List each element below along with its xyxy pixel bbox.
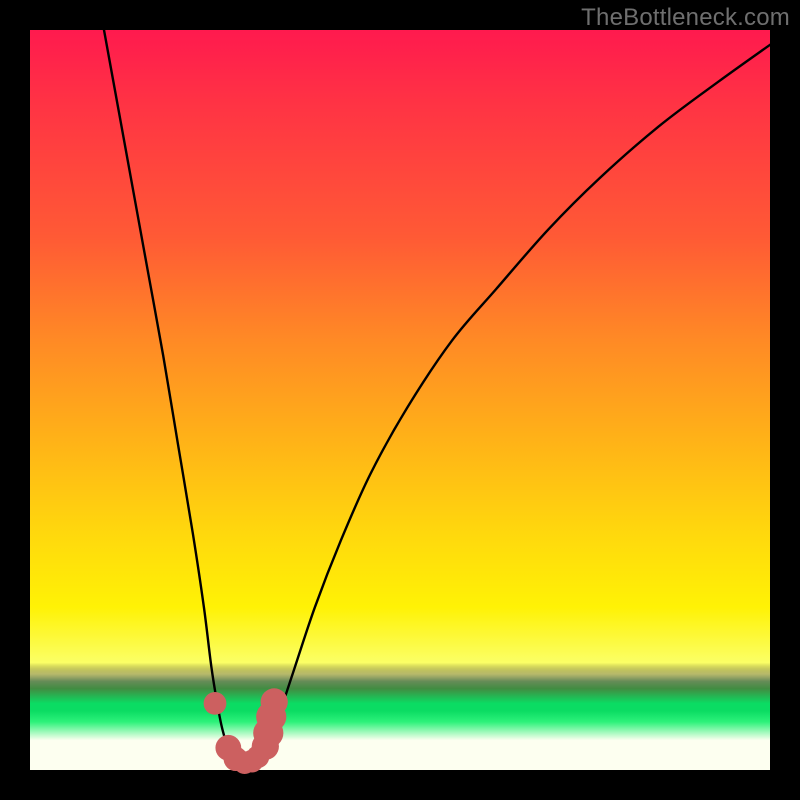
bottleneck-curve-svg (30, 30, 770, 770)
curve-marker (261, 688, 288, 715)
curve-marker (204, 692, 227, 715)
curve-left-branch (104, 30, 236, 761)
curve-right-branch (263, 45, 770, 761)
watermark-text: TheBottleneck.com (581, 4, 790, 32)
curve-markers (204, 688, 288, 774)
chart-frame: TheBottleneck.com (0, 0, 800, 800)
plot-area (30, 30, 770, 770)
